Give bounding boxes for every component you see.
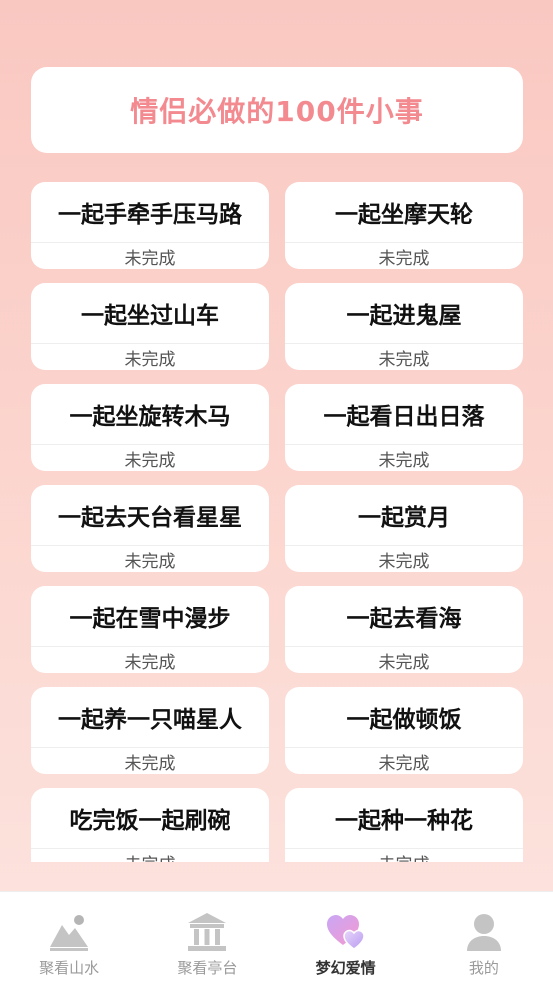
task-status: 未完成 (378, 450, 430, 471)
header-card: 情侣必做的100件小事 (31, 67, 523, 153)
task-status: 未完成 (378, 248, 430, 269)
task-status: 未完成 (378, 753, 430, 774)
task-name: 一起手牵手压马路 (31, 182, 269, 243)
task-card[interactable]: 一起去看海 未完成 (285, 586, 523, 673)
tab-label: 聚看亭台 (177, 959, 238, 977)
task-list-scroll[interactable]: 一起手牵手压马路 未完成 一起坐摩天轮 未完成 一起坐过山车 未完成 一起进鬼屋… (0, 182, 553, 862)
task-status: 未完成 (285, 849, 523, 863)
task-status: 未完成 (124, 450, 176, 471)
task-card[interactable]: 一起坐摩天轮 未完成 (285, 182, 523, 269)
tab-label: 我的 (468, 959, 499, 977)
task-name: 一起坐旋转木马 (31, 384, 269, 445)
task-card[interactable]: 一起种一种花 未完成 (285, 788, 523, 862)
task-name: 一起赏月 (285, 485, 523, 546)
task-grid: 一起手牵手压马路 未完成 一起坐摩天轮 未完成 一起坐过山车 未完成 一起进鬼屋… (31, 182, 523, 862)
person-icon (466, 914, 501, 951)
task-card[interactable]: 一起赏月 未完成 (285, 485, 523, 572)
tab-dream-love[interactable]: 梦幻爱情 (277, 892, 415, 985)
task-name: 一起进鬼屋 (285, 283, 523, 344)
task-status: 未完成 (124, 349, 176, 370)
task-name: 一起做顿饭 (285, 687, 523, 748)
task-status: 未完成 (31, 849, 269, 863)
task-name: 一起养一只喵星人 (31, 687, 269, 748)
page-title: 情侣必做的100件小事 (130, 95, 424, 128)
mountain-icon (50, 915, 89, 951)
task-card[interactable]: 一起坐旋转木马 未完成 (31, 384, 269, 471)
task-name: 一起去天台看星星 (31, 485, 269, 546)
pavilion-icon (188, 913, 227, 951)
task-name: 一起坐摩天轮 (285, 182, 523, 243)
task-status: 未完成 (378, 551, 430, 572)
task-card[interactable]: 一起手牵手压马路 未完成 (31, 182, 269, 269)
task-status: 未完成 (378, 652, 430, 673)
tab-pavilion[interactable]: 聚看亭台 (138, 892, 276, 985)
task-name: 一起在雪中漫步 (31, 586, 269, 647)
task-name: 一起种一种花 (285, 788, 523, 849)
task-card[interactable]: 一起看日出日落 未完成 (285, 384, 523, 471)
task-card[interactable]: 一起进鬼屋 未完成 (285, 283, 523, 370)
task-card[interactable]: 吃完饭一起刷碗 未完成 (31, 788, 269, 862)
task-status: 未完成 (124, 248, 176, 269)
task-name: 一起坐过山车 (31, 283, 269, 344)
task-card[interactable]: 一起坐过山车 未完成 (31, 283, 269, 370)
task-status: 未完成 (378, 349, 430, 370)
task-card[interactable]: 一起在雪中漫步 未完成 (31, 586, 269, 673)
task-card[interactable]: 一起去天台看星星 未完成 (31, 485, 269, 572)
tab-mountains[interactable]: 聚看山水 (0, 892, 138, 985)
task-card[interactable]: 一起做顿饭 未完成 (285, 687, 523, 774)
task-name: 一起看日出日落 (285, 384, 523, 445)
task-status: 未完成 (124, 652, 176, 673)
task-card[interactable]: 一起养一只喵星人 未完成 (31, 687, 269, 774)
bottom-tab-bar: 聚看山水 聚看亭台 梦幻爱情 我的 (0, 891, 553, 985)
task-name: 吃完饭一起刷碗 (31, 788, 269, 849)
task-name: 一起去看海 (285, 586, 523, 647)
tab-label: 聚看山水 (39, 959, 100, 977)
tab-label: 梦幻爱情 (315, 959, 376, 977)
tab-mine[interactable]: 我的 (415, 892, 553, 985)
task-status: 未完成 (124, 753, 176, 774)
task-status: 未完成 (124, 551, 176, 572)
hearts-icon (326, 915, 365, 950)
